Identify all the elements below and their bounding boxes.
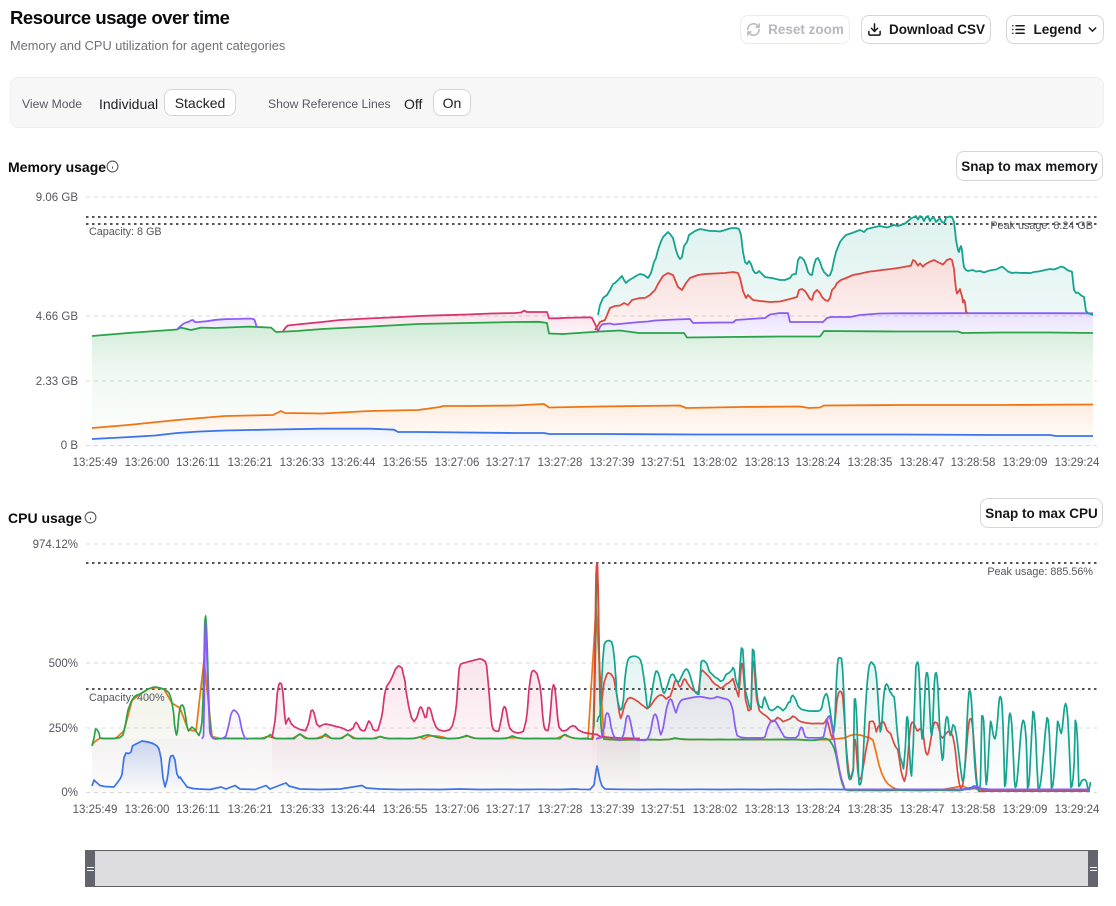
svg-text:250%: 250%	[49, 723, 78, 735]
svg-text:13:29:09: 13:29:09	[1003, 804, 1048, 816]
svg-text:Peak usage: 885.56%: Peak usage: 885.56%	[987, 566, 1093, 578]
svg-text:13:26:00: 13:26:00	[125, 804, 170, 816]
svg-text:13:28:35: 13:28:35	[848, 804, 893, 816]
svg-text:13:26:55: 13:26:55	[383, 457, 428, 469]
svg-text:4.66 GB: 4.66 GB	[36, 311, 79, 323]
svg-text:13:25:49: 13:25:49	[73, 457, 118, 469]
svg-text:13:28:02: 13:28:02	[693, 804, 738, 816]
svg-text:13:28:24: 13:28:24	[796, 804, 841, 816]
svg-text:13:28:13: 13:28:13	[745, 457, 790, 469]
svg-text:13:29:24: 13:29:24	[1055, 457, 1100, 469]
svg-text:974.12%: 974.12%	[33, 539, 78, 551]
svg-text:13:26:33: 13:26:33	[280, 457, 325, 469]
svg-text:13:27:06: 13:27:06	[435, 804, 480, 816]
svg-text:13:26:33: 13:26:33	[280, 804, 325, 816]
svg-text:500%: 500%	[49, 658, 78, 670]
svg-text:13:26:55: 13:26:55	[383, 804, 428, 816]
svg-text:13:27:51: 13:27:51	[641, 804, 686, 816]
svg-text:2.33 GB: 2.33 GB	[36, 376, 79, 388]
svg-text:13:27:17: 13:27:17	[486, 804, 531, 816]
svg-text:13:27:28: 13:27:28	[538, 804, 583, 816]
svg-text:13:28:58: 13:28:58	[951, 457, 996, 469]
svg-text:13:26:00: 13:26:00	[125, 457, 170, 469]
svg-text:9.06 GB: 9.06 GB	[36, 192, 79, 204]
svg-text:Capacity: 8 GB: Capacity: 8 GB	[89, 226, 162, 238]
svg-text:13:26:11: 13:26:11	[176, 804, 220, 816]
svg-text:13:27:51: 13:27:51	[641, 457, 686, 469]
svg-text:13:28:58: 13:28:58	[951, 804, 996, 816]
svg-text:13:29:09: 13:29:09	[1003, 457, 1048, 469]
svg-text:13:28:47: 13:28:47	[900, 804, 945, 816]
svg-text:13:25:49: 13:25:49	[73, 804, 118, 816]
svg-text:13:26:44: 13:26:44	[331, 457, 376, 469]
svg-text:13:26:44: 13:26:44	[331, 804, 376, 816]
svg-text:Peak usage: 8.24 GB: Peak usage: 8.24 GB	[990, 220, 1093, 232]
svg-text:13:27:39: 13:27:39	[590, 804, 635, 816]
svg-text:13:28:35: 13:28:35	[848, 457, 893, 469]
svg-text:13:27:17: 13:27:17	[486, 457, 531, 469]
svg-text:13:29:24: 13:29:24	[1055, 804, 1100, 816]
svg-text:13:27:39: 13:27:39	[590, 457, 635, 469]
svg-text:13:26:21: 13:26:21	[228, 804, 273, 816]
svg-text:0%: 0%	[61, 787, 78, 799]
svg-text:0 B: 0 B	[61, 440, 79, 452]
svg-text:13:27:06: 13:27:06	[435, 457, 480, 469]
svg-text:13:28:47: 13:28:47	[900, 457, 945, 469]
svg-text:13:26:21: 13:26:21	[228, 457, 273, 469]
svg-text:13:26:11: 13:26:11	[176, 457, 220, 469]
svg-text:13:28:02: 13:28:02	[693, 457, 738, 469]
svg-text:Capacity: 400%: Capacity: 400%	[89, 692, 165, 704]
svg-text:13:28:24: 13:28:24	[796, 457, 841, 469]
svg-text:13:27:28: 13:27:28	[538, 457, 583, 469]
svg-text:13:28:13: 13:28:13	[745, 804, 790, 816]
